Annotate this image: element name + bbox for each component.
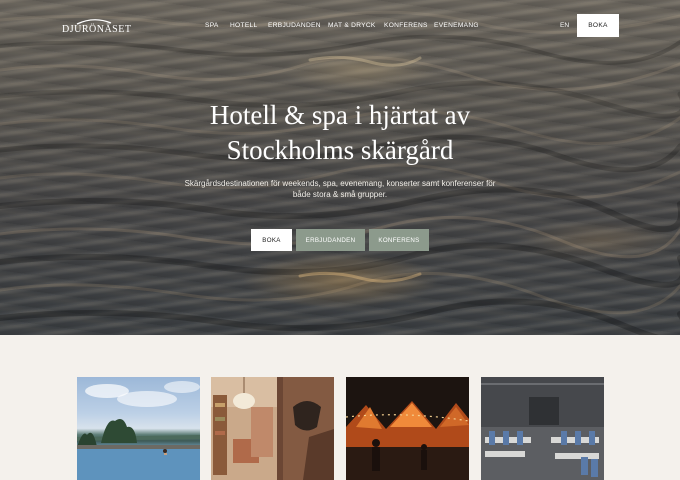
conference-hall-card[interactable] bbox=[481, 377, 604, 480]
concert-card[interactable] bbox=[346, 377, 469, 480]
hero-subtitle-line-1: Skärgårdsdestinationen för weekends, spa… bbox=[184, 179, 496, 188]
conference-hall-image bbox=[481, 377, 604, 480]
header-book-button[interactable]: BOKA bbox=[577, 14, 619, 37]
language-switch[interactable]: EN bbox=[560, 22, 569, 29]
nav-item-hotell[interactable]: HOTELL bbox=[230, 22, 257, 29]
hero-headline-line-2: Stockholms skärgård bbox=[226, 135, 454, 165]
hero-offers-button[interactable]: ERBJUDANDEN bbox=[296, 229, 365, 251]
hero-book-button[interactable]: BOKA bbox=[251, 229, 292, 251]
nav-item-mat-dryck[interactable]: MAT & DRYCK bbox=[328, 22, 376, 29]
hotel-room-card[interactable] bbox=[211, 377, 334, 480]
hotel-room-image bbox=[211, 377, 334, 480]
nav-item-konferens[interactable]: KONFERENS bbox=[384, 22, 428, 29]
infinity-pool-card[interactable] bbox=[77, 377, 200, 480]
hero-conference-button[interactable]: KONFERENS bbox=[369, 229, 429, 251]
infinity-pool-image bbox=[77, 381, 200, 480]
hero-subtitle: Skärgårdsdestinationen för weekends, spa… bbox=[165, 178, 515, 200]
nav-item-spa[interactable]: SPA bbox=[205, 22, 219, 29]
nav-item-evenemang[interactable]: EVENEMANG bbox=[434, 22, 479, 29]
hero-headline-line-1: Hotell & spa i hjärtat av bbox=[209, 100, 471, 130]
nav-item-erbjudanden[interactable]: ERBJUDANDEN bbox=[268, 22, 321, 29]
hero-subtitle-line-2: både stora & små grupper. bbox=[292, 190, 388, 199]
concert-image bbox=[346, 401, 469, 480]
hero-headline: Hotell & spa i hjärtat av Stockholms skä… bbox=[140, 98, 540, 168]
